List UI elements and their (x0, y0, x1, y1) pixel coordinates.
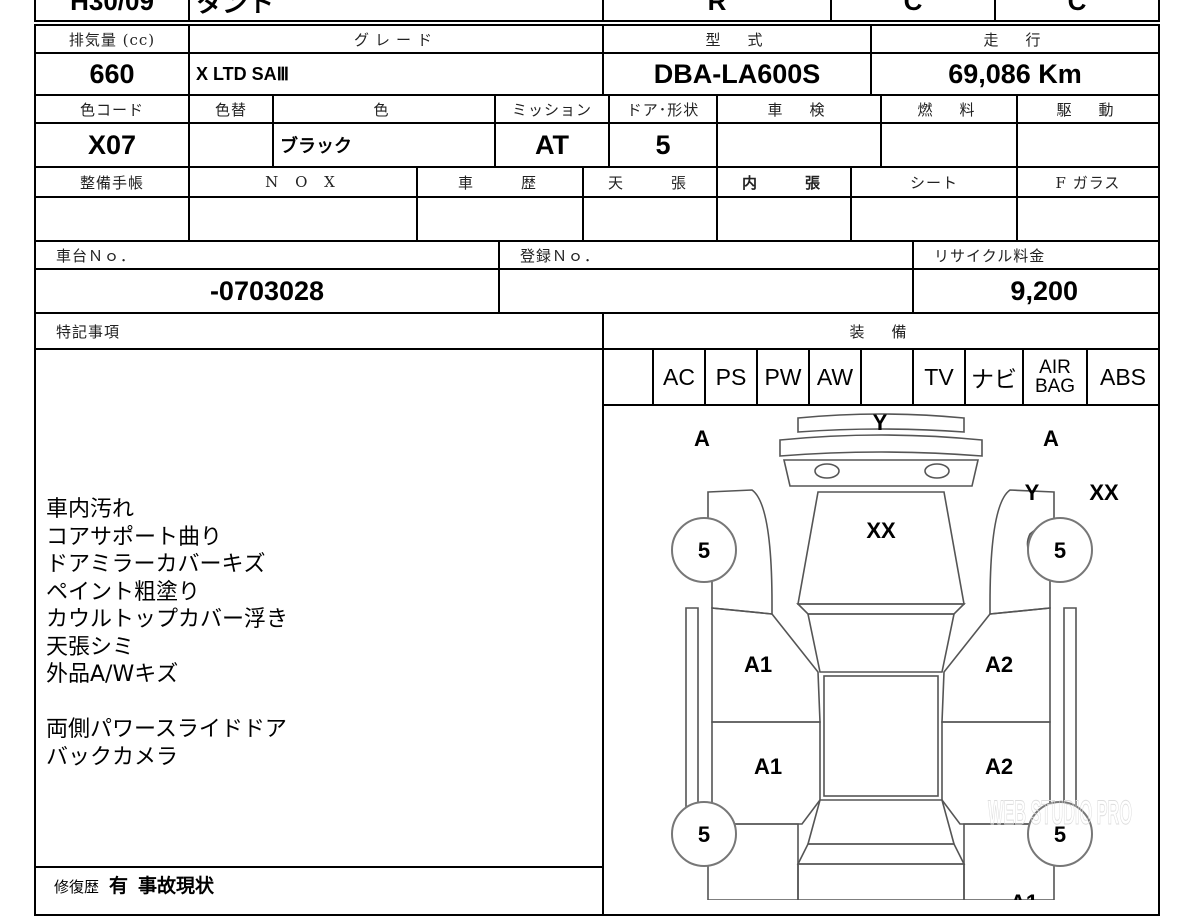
inspection-value (716, 122, 882, 168)
chassis-no-value: -0703028 (34, 268, 500, 314)
grade-header: グレード (188, 24, 604, 54)
interior-rating: R (602, 0, 832, 22)
watermark: WEB STUDIO PRO (988, 794, 1132, 832)
interior-header: 内 張 (716, 166, 852, 198)
maintenance-header: 整備手帳 (34, 166, 190, 198)
equip-pw: PW (756, 348, 810, 406)
mileage-value: 69,086 Km (870, 52, 1160, 96)
mission-header: ミッション (494, 94, 610, 124)
repair-value: 有 (109, 876, 129, 897)
equip-tv: TV (912, 348, 966, 406)
rating-c1: C (830, 0, 996, 22)
mark-front-door-l: A1 (744, 652, 772, 677)
remark-line: 外品A/Wキズ (46, 662, 179, 687)
repair-label: 修復歴 (54, 878, 100, 896)
mark-front-right-xx: XX (1089, 480, 1119, 505)
equipment-spacer (602, 348, 654, 406)
chassis-no-header: 車台Ｎｏ． (34, 240, 500, 270)
fuel-header: 燃 料 (880, 94, 1018, 124)
seat-header: シート (850, 166, 1018, 198)
model-header: 型 式 (602, 24, 872, 54)
model-value: DBA-LA600S (602, 52, 872, 96)
interior-value (716, 196, 852, 242)
equip-abs: ABS (1086, 348, 1160, 406)
remark-line: バックカメラ (46, 744, 179, 770)
remark-line: ペイント粗塗り (46, 579, 201, 605)
remark-line (46, 689, 288, 717)
remark-line: 両側パワースライドドア (46, 717, 287, 742)
remark-line: カウルトップカバー浮き (46, 607, 289, 632)
mark-tire-fl: 5 (698, 538, 710, 563)
rating-c2: C (994, 0, 1160, 22)
mark-front-left-a: A (694, 426, 710, 451)
door-shape-header: ドア･形状 (608, 94, 718, 124)
color-code-value: X07 (34, 122, 190, 168)
remarks-header: 特記事項 (34, 312, 604, 350)
reg-no-header: 登録Ｎｏ． (498, 240, 914, 270)
mark-front-right-a: A (1043, 426, 1059, 451)
mark-front-door-r: A2 (985, 652, 1013, 677)
maintenance-value (34, 196, 190, 242)
displacement-header: 排気量 (cc) (34, 24, 190, 54)
mark-rear-door-r: A2 (985, 754, 1013, 779)
color-code-header: 色コード (34, 94, 190, 124)
nox-value (188, 196, 418, 242)
mark-hood-xx: XX (866, 518, 896, 543)
first-registration-date: H30/09 (34, 0, 190, 22)
remark-line: 天張シミ (46, 634, 135, 660)
equip-navi: ナビ (964, 348, 1024, 406)
color-header: 色 (272, 94, 496, 124)
history-value (416, 196, 584, 242)
mission-value: AT (494, 122, 610, 168)
reg-no-value (498, 268, 914, 314)
drive-value (1016, 122, 1160, 168)
color-value: ブラック (272, 122, 496, 168)
mark-front-y: Y (873, 410, 888, 435)
repair-history: 修復歴有事故現状 (54, 871, 214, 898)
mark-tire-fr: 5 (1054, 538, 1066, 563)
fglass-value (1016, 196, 1160, 242)
mark-front-right-y: Y (1025, 480, 1040, 505)
door-shape-value: 5 (608, 122, 718, 168)
remark-line: ドアミラーカバーキズ (46, 552, 266, 577)
equip-ac: AC (652, 348, 706, 406)
fglass-header: F ガラス (1016, 166, 1160, 198)
color-change-value (188, 122, 274, 168)
fuel-value (880, 122, 1018, 168)
nox-header: N O X (188, 166, 418, 198)
history-header: 車 歴 (416, 166, 584, 198)
roof-header: 天 張 (582, 166, 718, 198)
mark-rear-door-l: A1 (754, 754, 782, 779)
color-change-header: 色替 (188, 94, 274, 124)
drive-header: 駆 動 (1016, 94, 1160, 124)
equip-aw: AW (808, 348, 862, 406)
equip-blank (860, 348, 914, 406)
remark-line: 車内汚れ (46, 497, 135, 522)
recycle-header: リサイクル料金 (912, 240, 1160, 270)
mark-rear-r: A1 (1010, 890, 1038, 900)
roof-value (582, 196, 718, 242)
car-damage-diagram: Y A A Y XX XX 5 5 A1 A2 A1 A2 5 5 A1 WEB… (671, 410, 1133, 900)
equipment-header: 装 備 (602, 312, 1160, 350)
remarks-text: 車内汚れ コアサポート曲り ドアミラーカバーキズ ペイント粗塗り カウルトップカ… (46, 496, 288, 771)
auction-sheet: H30/09 タント R C C 排気量 (cc) グレード 型 式 走 行 6… (0, 0, 1200, 916)
seat-value (850, 196, 1018, 242)
remark-line: コアサポート曲り (46, 524, 223, 550)
grade-value: X LTD SAⅢ (188, 52, 604, 96)
displacement-value: 660 (34, 52, 190, 96)
car-name: タント (188, 0, 604, 22)
recycle-value: 9,200 (912, 268, 1160, 314)
inspection-header: 車 検 (716, 94, 882, 124)
equip-airbag: AIR BAG (1022, 348, 1088, 406)
mileage-header: 走 行 (870, 24, 1160, 54)
equip-ps: PS (704, 348, 758, 406)
repair-status: 事故現状 (138, 876, 215, 897)
mark-tire-rl: 5 (698, 822, 710, 847)
